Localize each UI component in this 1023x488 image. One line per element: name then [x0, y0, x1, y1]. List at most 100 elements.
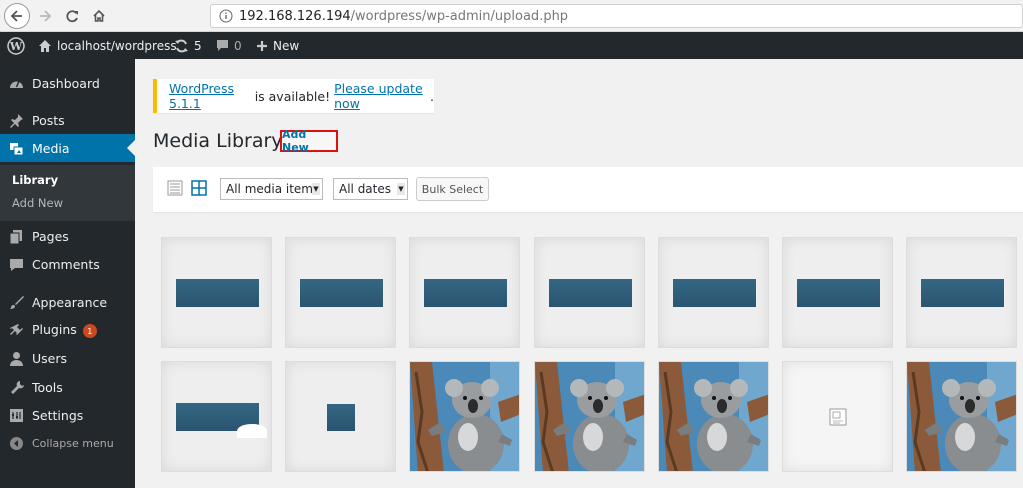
koala-photo — [410, 362, 519, 471]
site-name-link[interactable]: localhost/wordpress — [38, 32, 177, 59]
menu-tools[interactable]: Tools — [0, 373, 135, 401]
dropdown-arrow-icon: ▼ — [312, 183, 320, 195]
media-tile[interactable] — [534, 237, 645, 348]
updates-count: 5 — [194, 38, 202, 53]
address-bar[interactable]: 192.168.126.194/wordpress/wp-admin/uploa… — [210, 4, 1023, 28]
admin-bar: W localhost/wordpress 5 0 New — [0, 32, 1023, 59]
url-host: 192.168.126.194 — [239, 8, 351, 24]
home-button[interactable] — [86, 3, 112, 29]
media-tile[interactable] — [782, 237, 893, 348]
dashboard-icon — [10, 80, 23, 88]
collapse-icon — [10, 437, 23, 450]
menu-label: Dashboard — [32, 75, 100, 91]
menu-label: Plugins 1 — [32, 322, 97, 339]
media-tile[interactable] — [906, 237, 1017, 348]
grid-view-button[interactable] — [191, 180, 207, 201]
admin-sidebar: Dashboard Posts Media Library Add New Pa… — [0, 59, 135, 488]
back-button[interactable] — [4, 3, 30, 29]
menu-settings[interactable]: Settings — [0, 401, 135, 429]
menu-label: Tools — [32, 379, 63, 395]
thumbnail-image — [327, 404, 355, 431]
wordpress-logo-icon: W — [7, 36, 25, 55]
url-path: /wordpress/wp-admin/upload.php — [350, 8, 569, 24]
thumbnail-image — [424, 279, 507, 307]
image-highlight — [237, 424, 267, 438]
thumbnail-image — [921, 279, 1004, 307]
home-icon — [93, 9, 105, 22]
koala-photo — [907, 362, 1016, 471]
wrench-icon — [11, 381, 24, 394]
media-tile[interactable] — [409, 237, 520, 348]
list-view-button[interactable] — [167, 180, 183, 201]
thumbnail-image — [176, 279, 259, 307]
site-name: localhost/wordpress — [57, 38, 177, 53]
media-type-filter[interactable]: All media items ▼ — [220, 178, 323, 200]
plugins-label: Plugins — [32, 321, 77, 337]
notice-end: . — [430, 88, 434, 104]
media-tile[interactable] — [782, 361, 893, 472]
menu-media[interactable]: Media — [0, 134, 135, 162]
svg-text:W: W — [9, 40, 23, 53]
date-filter[interactable]: All dates ▼ — [333, 178, 408, 200]
plugin-icon — [10, 324, 23, 335]
updates-link[interactable]: 5 — [174, 32, 202, 59]
new-content-link[interactable]: New — [256, 32, 299, 59]
list-view-icon — [167, 180, 183, 196]
menu-label: Collapse menu — [32, 436, 114, 450]
forward-button[interactable] — [32, 3, 58, 29]
media-submenu: Library Add New — [0, 165, 135, 221]
menu-comments[interactable]: Comments — [0, 250, 135, 278]
comments-count: 0 — [234, 38, 242, 53]
pages-icon — [9, 230, 22, 244]
menu-users[interactable]: Users — [0, 344, 135, 372]
collapse-menu-button[interactable]: Collapse menu — [0, 429, 135, 457]
brush-icon — [10, 296, 24, 309]
comment-icon — [217, 40, 228, 51]
reload-icon — [66, 10, 78, 23]
media-tile[interactable] — [285, 361, 396, 472]
media-tile[interactable] — [285, 237, 396, 348]
page-title: Media Library — [153, 130, 283, 152]
media-tile[interactable] — [409, 361, 520, 472]
koala-photo — [535, 362, 644, 471]
date-value: All dates — [339, 182, 392, 196]
media-tile[interactable] — [534, 361, 645, 472]
menu-dashboard[interactable]: Dashboard — [0, 69, 135, 97]
comments-link[interactable]: 0 — [216, 32, 242, 59]
media-tile[interactable] — [161, 361, 272, 472]
thumbnail-image — [549, 279, 632, 307]
updates-icon — [175, 39, 188, 52]
document-file-icon — [829, 408, 847, 431]
new-label: New — [273, 38, 300, 53]
wordpress-version-link[interactable]: WordPress 5.1.1 — [169, 81, 251, 111]
media-tile[interactable] — [906, 361, 1017, 472]
thumbnail-image — [797, 279, 880, 307]
submenu-library[interactable]: Library — [12, 173, 58, 187]
menu-plugins[interactable]: Plugins 1 — [0, 316, 135, 344]
media-tile[interactable] — [161, 237, 272, 348]
menu-pages[interactable]: Pages — [0, 222, 135, 250]
reload-button[interactable] — [59, 3, 85, 29]
info-icon — [219, 9, 233, 23]
menu-label: Comments — [32, 256, 100, 272]
wp-logo-button[interactable]: W — [7, 32, 25, 59]
media-tile[interactable] — [658, 361, 769, 472]
menu-posts[interactable]: Posts — [0, 106, 135, 134]
menu-label: Appearance — [32, 294, 108, 310]
media-tile[interactable] — [658, 237, 769, 348]
home-icon — [39, 39, 51, 52]
current-menu-arrow — [127, 140, 135, 156]
arrow-right-icon — [40, 10, 52, 22]
grid-view-icon — [191, 180, 207, 196]
koala-photo — [659, 362, 768, 471]
media-toolbar: All media items ▼ All dates ▼ Bulk Selec… — [153, 167, 1023, 212]
menu-label: Pages — [32, 228, 69, 244]
bulk-select-button[interactable]: Bulk Select — [416, 177, 489, 201]
submenu-add-new[interactable]: Add New — [12, 196, 63, 210]
plugins-update-badge: 1 — [82, 324, 97, 339]
menu-label: Media — [32, 140, 70, 156]
menu-appearance[interactable]: Appearance — [0, 288, 135, 316]
add-new-button[interactable]: Add New — [280, 128, 338, 154]
menu-label: Settings — [32, 407, 84, 423]
update-now-link[interactable]: Please update now — [334, 81, 430, 111]
